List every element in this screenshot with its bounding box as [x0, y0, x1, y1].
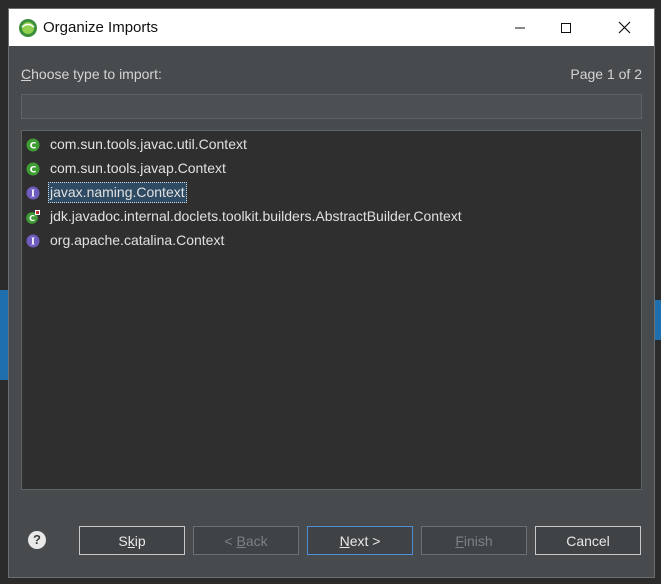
next-mnemonic: N — [339, 532, 350, 549]
item-label: org.apache.catalina.Context — [50, 232, 225, 248]
class-icon: C — [26, 138, 40, 151]
close-icon — [618, 21, 630, 34]
next-button[interactable]: Next > — [307, 526, 413, 555]
interface-icon: I — [26, 186, 40, 199]
skip-rest: ip — [134, 532, 146, 549]
maximize-button[interactable] — [543, 9, 589, 46]
class-icon: C — [26, 209, 40, 224]
close-button[interactable] — [601, 9, 647, 46]
minimize-icon — [515, 27, 525, 28]
back-pre: < — [224, 532, 237, 549]
class-icon: C — [26, 162, 40, 175]
minimize-button[interactable] — [497, 9, 543, 46]
item-label: com.sun.tools.javac.util.Context — [50, 136, 247, 152]
list-item[interactable]: C jdk.javadoc.internal.doclets.toolkit.b… — [26, 205, 464, 228]
svg-text:I: I — [31, 237, 35, 247]
maximize-icon — [561, 22, 571, 33]
item-label: javax.naming.Context — [48, 182, 187, 203]
skip-pre: S — [118, 532, 128, 549]
next-rest: ext > — [349, 532, 381, 549]
finish-button[interactable]: Finish — [421, 526, 527, 555]
list-item-selected[interactable]: I javax.naming.Context — [26, 181, 187, 204]
back-button[interactable]: < Back — [193, 526, 299, 555]
finish-rest: inish — [463, 532, 493, 549]
svg-text:C: C — [30, 141, 37, 151]
list-item[interactable]: I org.apache.catalina.Context — [26, 229, 226, 252]
organize-imports-dialog: Organize Imports Choose type to import: … — [8, 8, 655, 578]
background-accent — [0, 290, 8, 380]
prompt-mnemonic: C — [21, 66, 32, 82]
interface-icon: I — [26, 234, 40, 247]
prompt-text: hoose type to import: — [31, 66, 162, 82]
skip-mnemonic: k — [127, 532, 135, 549]
type-list[interactable]: C com.sun.tools.javac.util.Context C com… — [21, 130, 642, 490]
background-accent — [655, 300, 661, 340]
item-label: jdk.javadoc.internal.doclets.toolkit.bui… — [50, 208, 462, 224]
choose-type-label: Choose type to import: — [21, 66, 162, 82]
svg-text:C: C — [30, 165, 37, 175]
list-item[interactable]: C com.sun.tools.javap.Context — [26, 157, 228, 180]
title-bar: Organize Imports — [9, 9, 654, 46]
page-indicator: Page 1 of 2 — [570, 66, 642, 82]
back-rest: ack — [245, 532, 268, 549]
list-item[interactable]: C com.sun.tools.javac.util.Context — [26, 133, 249, 156]
cancel-button[interactable]: Cancel — [535, 526, 641, 555]
finish-mnemonic: F — [455, 532, 464, 549]
svg-text:I: I — [31, 189, 35, 199]
back-mnemonic: B — [236, 532, 246, 549]
cancel-label: Cancel — [566, 532, 610, 549]
item-label: com.sun.tools.javap.Context — [50, 160, 226, 176]
window-title: Organize Imports — [43, 19, 159, 36]
skip-button[interactable]: Sk ip — [79, 526, 185, 555]
type-filter-input[interactable] — [21, 94, 642, 119]
eclipse-app-icon — [19, 19, 37, 37]
svg-text:C: C — [29, 214, 35, 223]
help-icon[interactable]: ? — [28, 531, 46, 549]
